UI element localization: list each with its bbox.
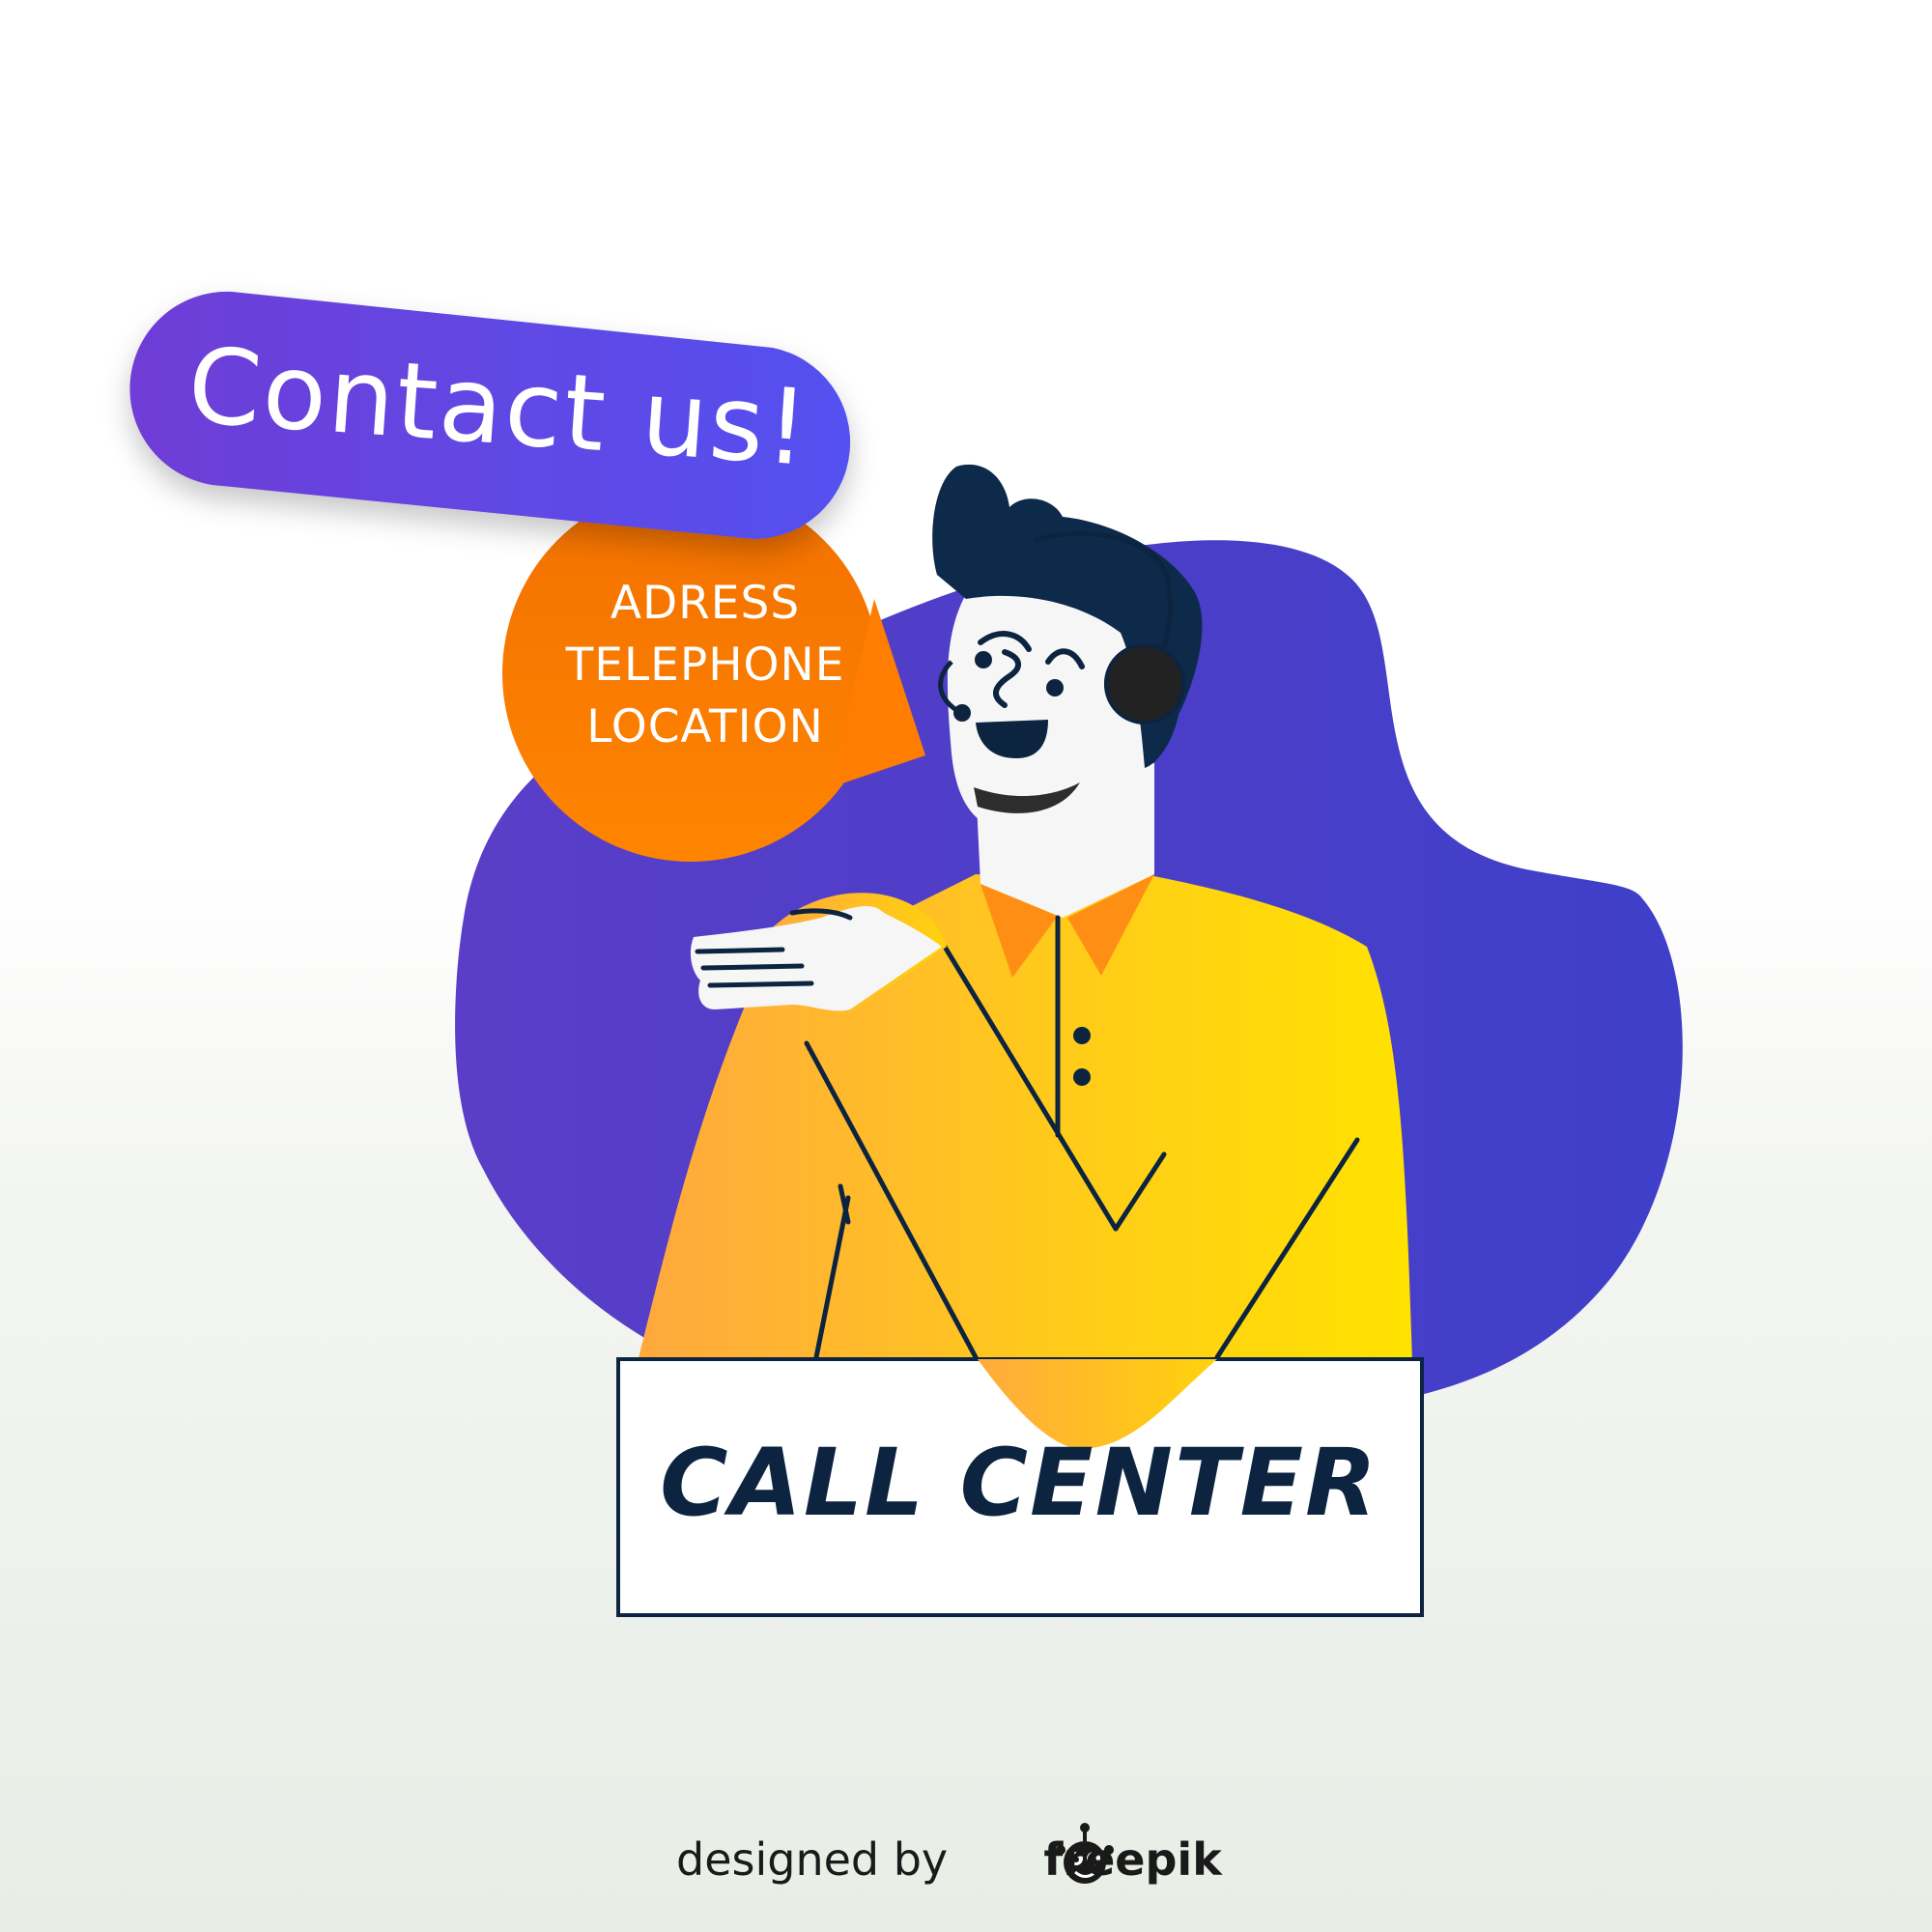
credit-brand: freepik xyxy=(1043,1833,1222,1886)
info-line-address: ADRESS xyxy=(610,577,801,630)
designer-credit: designed by freepik xyxy=(676,1826,1294,1893)
logo-spacer xyxy=(962,1844,1030,1883)
shirt-button xyxy=(1073,1027,1091,1044)
info-line-location: LOCATION xyxy=(586,700,824,753)
contact-info-list: ADRESS TELEPHONE LOCATION xyxy=(502,573,908,766)
eye-right xyxy=(1046,679,1064,696)
shirt-button xyxy=(1073,1068,1091,1086)
illustration xyxy=(129,291,1683,1884)
info-line-telephone: TELEPHONE xyxy=(565,639,845,692)
headset-icon xyxy=(1104,643,1185,724)
call-center-label: CALL CENTER xyxy=(660,1429,1378,1537)
eye-left xyxy=(975,651,992,668)
credit-prefix: designed by xyxy=(676,1833,949,1886)
